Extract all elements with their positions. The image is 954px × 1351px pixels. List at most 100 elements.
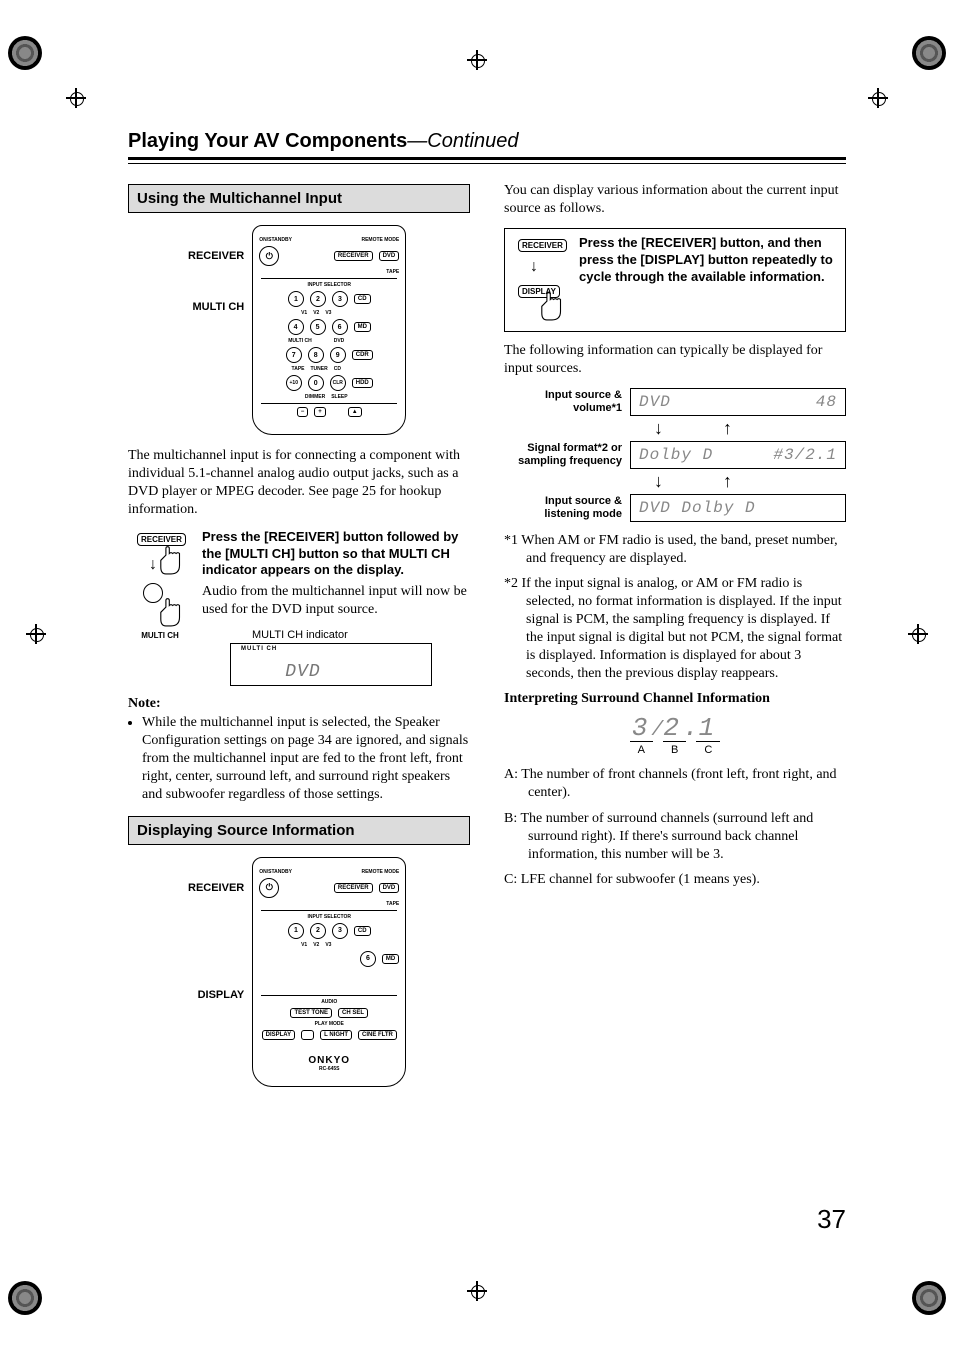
footnote-2: *2 If the input signal is analog, or AM … xyxy=(504,575,846,682)
title-main: Playing Your AV Components xyxy=(128,130,407,152)
remote-btn: 3 xyxy=(332,923,348,939)
remote-btn: ▲ xyxy=(348,407,362,417)
remote-label: ON/STANDBY xyxy=(259,869,292,875)
display-panel-listening: DVD Dolby D xyxy=(630,494,846,522)
display-followup-text: The following information can typically … xyxy=(504,342,846,378)
remote-btn: CDR xyxy=(352,350,373,360)
fig-b-num: 2 xyxy=(663,713,683,743)
remote-btn: RECEIVER xyxy=(334,883,373,893)
remote-label: INPUT SELECTOR xyxy=(259,282,399,288)
registration-mark-icon xyxy=(8,36,42,70)
remote-label: V2 xyxy=(313,310,319,316)
power-icon: ⏻ xyxy=(259,246,279,266)
multich-indicator-label: MULTI CH indicator xyxy=(252,629,470,641)
dot-icon: . xyxy=(683,713,699,743)
disp-label-1: Input source & volume*1 xyxy=(504,389,622,414)
display-panel-format: Dolby D#3/2.1 xyxy=(630,441,846,469)
surround-number: 3/2.1 xyxy=(600,713,750,743)
remote-btn: MD xyxy=(382,954,399,964)
arrow-down-icon: ↓ xyxy=(149,557,157,573)
display-panel-volume: DVD 48 xyxy=(630,388,846,416)
callout-receiver: RECEIVER xyxy=(188,883,244,894)
remote-btn: 1 xyxy=(288,923,304,939)
remote-label: CD xyxy=(334,366,341,372)
remote-btn: 3 xyxy=(332,291,348,307)
surround-subheading: Interpreting Surround Channel Informatio… xyxy=(504,691,846,707)
fig-a-num: 3 xyxy=(632,713,652,743)
panel-marker: MULTI CH xyxy=(241,646,277,652)
disp-label-3: Input source & listening mode xyxy=(504,495,622,520)
arrow-down-icon: ↓ xyxy=(654,471,663,492)
arrow-down-icon: ↓ xyxy=(654,418,663,439)
crop-mark-icon xyxy=(467,1281,487,1301)
remote-label: TAPE xyxy=(386,269,399,275)
definition-c: C: LFE channel for subwoofer (1 means ye… xyxy=(504,871,846,889)
display-panel-multich: MULTI CH DVD xyxy=(230,643,432,686)
footnote-1: *1 When AM or FM radio is used, the band… xyxy=(504,532,846,568)
registration-mark-icon xyxy=(8,1281,42,1315)
press-display-icon: DISPLAY xyxy=(510,281,572,325)
display-intro-text: You can display various information abou… xyxy=(504,182,846,218)
callout-display: DISPLAY xyxy=(188,990,244,1001)
definition-b: B: The number of surround channels (surr… xyxy=(504,810,846,864)
remote-btn: CH SEL xyxy=(338,1008,368,1018)
remote-label: V1 xyxy=(301,310,307,316)
panel-text: DVD xyxy=(285,662,320,682)
remote-btn: 7 xyxy=(286,347,302,363)
section-heading-multichannel: Using the Multichannel Input xyxy=(128,184,470,213)
slash-icon: / xyxy=(651,719,663,742)
remote-btn: 4 xyxy=(288,319,304,335)
remote-label: REMOTE MODE xyxy=(361,237,399,243)
disp-label-2: Signal format*2 or sampling frequency xyxy=(504,442,622,467)
remote-label: TAPE xyxy=(292,366,305,372)
remote-btn: MD xyxy=(354,322,371,332)
multich-instruction-bold: Press the [RECEIVER] button followed by … xyxy=(202,529,470,580)
remote-btn: L NIGHT xyxy=(320,1030,352,1040)
remote-label: V2 xyxy=(313,942,319,948)
remote-btn: − xyxy=(297,407,309,417)
hand-pointer-icon xyxy=(153,597,189,631)
multichannel-intro-text: The multichannel input is for connecting… xyxy=(128,447,470,519)
remote-btn: RECEIVER xyxy=(334,251,373,261)
remote-btn: 8 xyxy=(308,347,324,363)
panel-text: DVD Dolby D xyxy=(639,499,756,517)
fig-c-num: 1 xyxy=(699,713,719,743)
panel-text: #3/2.1 xyxy=(773,446,837,464)
fig-label-a: A xyxy=(630,741,653,756)
remote-label: SLEEP xyxy=(331,394,347,400)
arrow-up-icon: ↑ xyxy=(723,418,732,439)
crop-mark-icon xyxy=(26,624,46,644)
receiver-pill-label: RECEIVER xyxy=(518,239,567,252)
remote-label: DIMMER xyxy=(305,394,325,400)
remote-btn: TEST TONE xyxy=(290,1008,332,1018)
cycle-arrows: ↓↑ xyxy=(654,471,846,492)
remote-btn: 1 xyxy=(288,291,304,307)
cycle-arrows: ↓↑ xyxy=(654,418,846,439)
note-list: While the multichannel input is selected… xyxy=(128,714,470,804)
crop-mark-icon xyxy=(66,88,86,108)
instruction-block-display: RECEIVER ↓ DISPLAY Press the [RECEIVER] … xyxy=(504,228,846,332)
remote-btn: DVD xyxy=(379,883,400,893)
arrow-down-icon: ↓ xyxy=(530,259,538,275)
press-receiver-icon: RECEIVER ↓ xyxy=(129,529,191,579)
press-receiver-icon: RECEIVER ↓ xyxy=(510,235,572,279)
note-heading: Note: xyxy=(128,696,470,712)
remote-btn: 6 xyxy=(332,319,348,335)
remote-btn: + xyxy=(314,407,326,417)
remote-diagram-display: RECEIVER DISPLAY ON/STANDBYREMOTE MODE ⏻… xyxy=(188,857,470,1087)
panel-text: 48 xyxy=(816,393,837,411)
multich-instruction-body: Audio from the multichannel input will n… xyxy=(202,583,470,619)
crop-mark-icon xyxy=(908,624,928,644)
remote-btn xyxy=(301,1030,314,1040)
remote-btn: CD xyxy=(354,294,371,304)
panel-text: DVD xyxy=(639,393,671,411)
remote-btn: 5 xyxy=(310,319,326,335)
section-heading-display: Displaying Source Information xyxy=(128,816,470,845)
remote-btn: DVD xyxy=(379,251,400,261)
crop-mark-icon xyxy=(467,50,487,70)
remote-control-icon: ON/STANDBYREMOTE MODE ⏻RECEIVERDVD TAPE … xyxy=(252,857,406,1087)
remote-label: TAPE xyxy=(386,901,399,907)
multich-small-label: MULTI CH xyxy=(141,631,179,640)
remote-label: TUNER xyxy=(311,366,328,372)
definition-a: A: The number of front channels (front l… xyxy=(504,766,846,802)
